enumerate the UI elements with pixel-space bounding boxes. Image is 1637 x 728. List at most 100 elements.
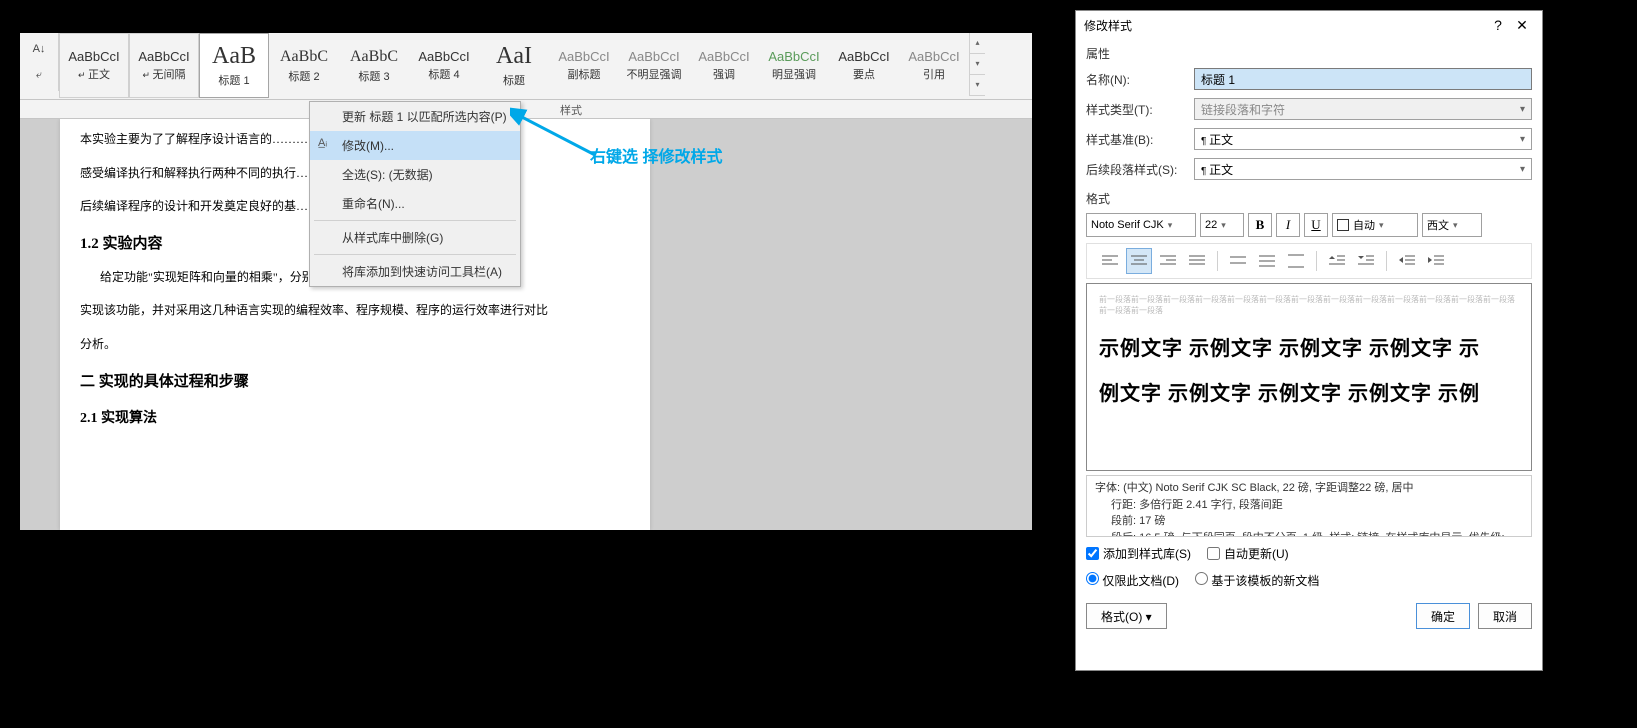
style-item-引用[interactable]: AaBbCcI引用 <box>899 33 969 98</box>
menu-modify[interactable]: A̲ᵢ 修改(M)... <box>310 131 520 160</box>
style-name: 要点 <box>853 66 875 82</box>
color-value: 自动 <box>1353 217 1375 233</box>
style-item-标题1[interactable]: AaB标题 1 <box>199 33 269 98</box>
menu-separator <box>314 254 516 255</box>
underline-button[interactable]: U <box>1304 213 1328 237</box>
scroll-up-icon[interactable]: ▴ <box>970 33 985 54</box>
row-based: 样式基准(B): 正文 ▾ <box>1076 124 1542 154</box>
select-value: 正文 <box>1201 161 1233 178</box>
style-preview: AaBbC <box>350 48 398 66</box>
style-item-不明显强调[interactable]: AaBbCcI不明显强调 <box>619 33 689 98</box>
color-select[interactable]: 自动 ▾ <box>1332 213 1418 237</box>
bold-button[interactable]: B <box>1248 213 1272 237</box>
radio-row: 仅限此文档(D) 基于该模板的新文档 <box>1076 568 1542 593</box>
chevron-down-icon: ▾ <box>1520 104 1525 115</box>
auto-update-checkbox[interactable]: 自动更新(U) <box>1207 545 1289 562</box>
menu-separator <box>314 220 516 221</box>
indent-inc-button[interactable] <box>1423 248 1449 274</box>
radio-input[interactable] <box>1195 572 1208 585</box>
desc-line: 段后: 16.5 磅, 与下段同页, 段中不分页, 1 级, 样式: 链接, 在… <box>1095 530 1523 538</box>
lang-select[interactable]: 西文 ▾ <box>1422 213 1482 237</box>
align-center-icon <box>1131 254 1147 268</box>
para-space-inc-button[interactable] <box>1324 248 1350 274</box>
style-item-标题3[interactable]: AaBbC标题 3 <box>339 33 409 98</box>
toggle-marks-button[interactable]: ⤶ <box>26 63 52 87</box>
menu-remove-from-gallery[interactable]: 从样式库中删除(G) <box>310 223 520 252</box>
style-item-标题[interactable]: AaI标题 <box>479 33 549 98</box>
gallery-expand[interactable]: ▴ ▾ ▾ <box>969 33 985 96</box>
style-item-正文[interactable]: AaBbCcI正文 <box>59 33 129 98</box>
toolbar-separator <box>1316 251 1317 271</box>
follow-select[interactable]: 正文 ▾ <box>1194 158 1532 180</box>
color-swatch-icon <box>1337 219 1349 231</box>
chevron-down-icon: ▾ <box>1520 164 1525 175</box>
chevron-down-icon: ▾ <box>1453 220 1458 231</box>
style-item-无间隔[interactable]: AaBbCcI无间隔 <box>129 33 199 98</box>
ok-button[interactable]: 确定 <box>1416 603 1470 629</box>
based-select[interactable]: 正文 ▾ <box>1194 128 1532 150</box>
menu-update-match[interactable]: 更新 标题 1 以匹配所选内容(P) <box>310 102 520 131</box>
add-to-gallery-checkbox[interactable]: 添加到样式库(S) <box>1086 545 1191 562</box>
row-name: 名称(N): <box>1076 64 1542 94</box>
spacing-15-button[interactable] <box>1254 248 1280 274</box>
section-properties: 属性 <box>1076 39 1542 64</box>
font-select[interactable]: Noto Serif CJK▾ <box>1086 213 1196 237</box>
radio-input[interactable] <box>1086 572 1099 585</box>
checkbox-input[interactable] <box>1086 547 1099 560</box>
size-select[interactable]: 22 ▾ <box>1200 213 1244 237</box>
document-area[interactable]: 本实验主要为了了解程序设计语言的……………………………………特点， 感受编译执行… <box>20 119 1032 530</box>
format-toolbar: Noto Serif CJK▾ 22 ▾ B I U 自动 ▾ 西文 ▾ <box>1076 209 1542 241</box>
sort-button[interactable]: A↓ <box>26 37 52 61</box>
indent-dec-button[interactable] <box>1394 248 1420 274</box>
this-doc-radio[interactable]: 仅限此文档(D) <box>1086 572 1179 589</box>
template-radio[interactable]: 基于该模板的新文档 <box>1195 572 1319 589</box>
menu-select-all[interactable]: 全选(S): (无数据) <box>310 160 520 189</box>
spacing-1-button[interactable] <box>1225 248 1251 274</box>
spacing-2-button[interactable] <box>1283 248 1309 274</box>
checkbox-input[interactable] <box>1207 547 1220 560</box>
chevron-down-icon: ▾ <box>1379 220 1384 231</box>
desc-line: 段前: 17 磅 <box>1095 513 1523 530</box>
align-left-button[interactable] <box>1097 248 1123 274</box>
format-dropdown-button[interactable]: 格式(O) ▾ <box>1086 603 1167 629</box>
style-item-标题2[interactable]: AaBbC标题 2 <box>269 33 339 98</box>
style-gallery[interactable]: AaBbCcI正文AaBbCcI无间隔AaB标题 1AaBbC标题 2AaBbC… <box>59 33 969 100</box>
menu-rename[interactable]: 重命名(N)... <box>310 189 520 218</box>
preview-box: 前一段落前一段落前一段落前一段落前一段落前一段落前一段落前一段落前一段落前一段落… <box>1086 283 1532 471</box>
scroll-down-icon[interactable]: ▾ <box>970 54 985 75</box>
close-button[interactable]: ✕ <box>1510 17 1534 34</box>
style-preview: AaB <box>212 43 256 70</box>
align-center-button[interactable] <box>1126 248 1152 274</box>
align-right-icon <box>1160 254 1176 268</box>
lang-value: 西文 <box>1427 217 1449 233</box>
para-space-dec-button[interactable] <box>1353 248 1379 274</box>
style-item-要点[interactable]: AaBbCcI要点 <box>829 33 899 98</box>
align-right-button[interactable] <box>1155 248 1181 274</box>
style-item-强调[interactable]: AaBbCcI强调 <box>689 33 759 98</box>
style-item-明显强调[interactable]: AaBbCcI明显强调 <box>759 33 829 98</box>
preview-context-before: 前一段落前一段落前一段落前一段落前一段落前一段落前一段落前一段落前一段落前一段落… <box>1099 294 1519 316</box>
context-label: 将库添加到快速访问工具栏(A) <box>342 265 502 279</box>
para-dec-icon <box>1358 254 1374 268</box>
indent-inc-icon <box>1428 254 1444 268</box>
toolbar-separator <box>1386 251 1387 271</box>
expand-icon[interactable]: ▾ <box>970 75 985 96</box>
style-item-标题4[interactable]: AaBbCcI标题 4 <box>409 33 479 98</box>
name-input[interactable] <box>1194 68 1532 90</box>
doc-heading: 2.1 实现算法 <box>60 399 650 435</box>
italic-button[interactable]: I <box>1276 213 1300 237</box>
style-item-副标题[interactable]: AaBbCcI副标题 <box>549 33 619 98</box>
size-value: 22 <box>1205 219 1217 231</box>
spacing-icon <box>1230 254 1246 268</box>
chevron-down-icon: ▾ <box>1520 134 1525 145</box>
context-label: 重命名(N)... <box>342 197 405 211</box>
chevron-down-icon: ▾ <box>1221 220 1226 231</box>
style-name: 标题 4 <box>428 66 459 82</box>
help-button[interactable]: ? <box>1486 17 1510 33</box>
chevron-down-icon: ▾ <box>1168 220 1173 231</box>
menu-add-to-qat[interactable]: 将库添加到快速访问工具栏(A) <box>310 257 520 286</box>
select-value: 链接段落和字符 <box>1201 101 1285 118</box>
cancel-button[interactable]: 取消 <box>1478 603 1532 629</box>
align-justify-button[interactable] <box>1184 248 1210 274</box>
doc-text: 分析。 <box>60 328 650 362</box>
